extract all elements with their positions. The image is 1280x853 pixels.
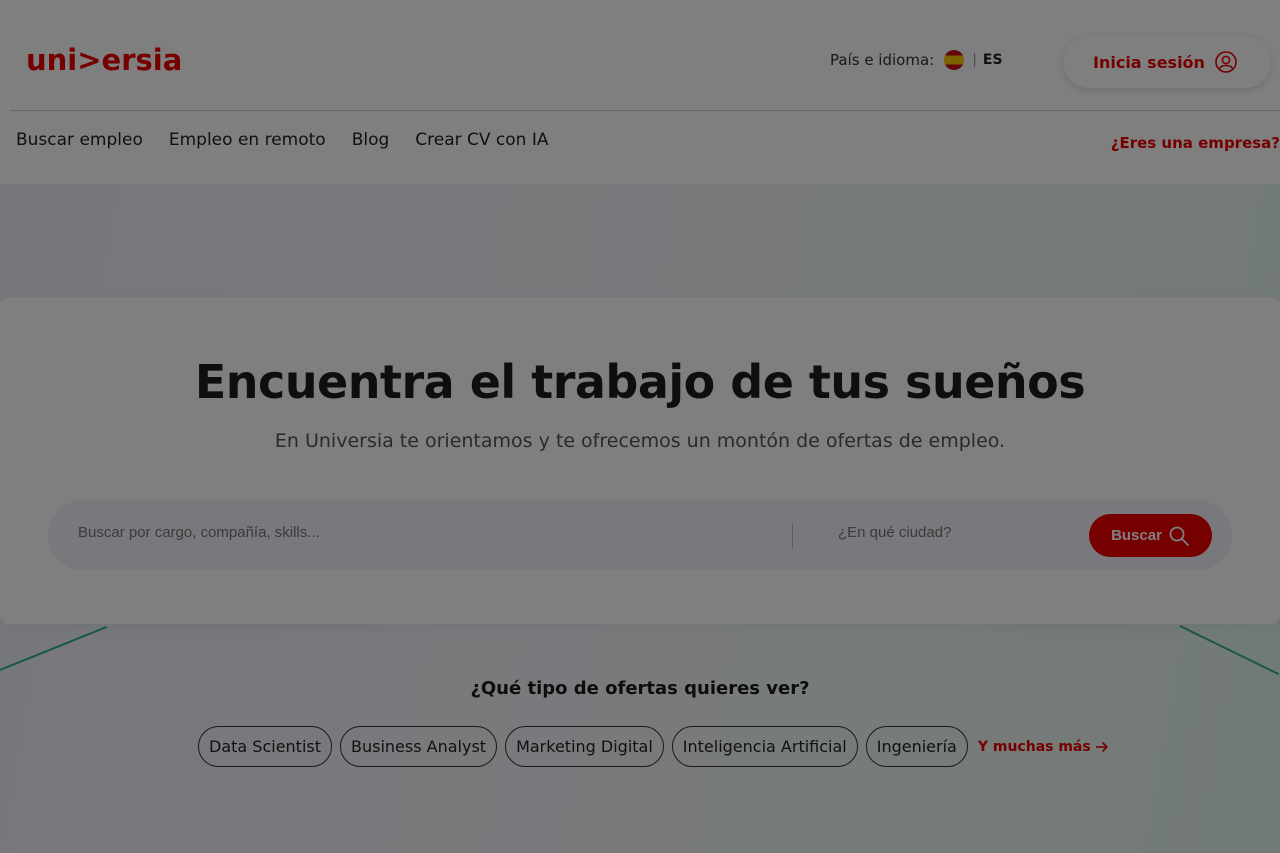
company-link[interactable]: ¿Eres una empresa?	[1111, 134, 1280, 152]
search-bar: Buscar	[48, 500, 1232, 570]
search-icon	[1169, 526, 1189, 546]
login-button[interactable]: Inicia sesión	[1063, 36, 1271, 88]
arrow-right-icon	[1095, 741, 1108, 752]
offers-question: ¿Qué tipo de ofertas quieres ver?	[470, 678, 810, 699]
search-separator	[792, 524, 793, 548]
nav-item-empleo-remoto[interactable]: Empleo en remoto	[169, 130, 326, 150]
svg-text:uni>ersia: uni>ersia	[26, 44, 182, 76]
lang-code: ES	[982, 52, 1003, 68]
lang-separator: |	[972, 52, 977, 68]
spain-flag-icon	[944, 50, 965, 70]
header-divider	[10, 110, 1280, 111]
chip-business-analyst[interactable]: Business Analyst	[340, 726, 498, 767]
nav-item-buscar-empleo[interactable]: Buscar empleo	[16, 130, 143, 150]
nav-item-blog[interactable]: Blog	[352, 130, 390, 150]
login-label: Inicia sesión	[1093, 52, 1205, 72]
chip-data-scientist[interactable]: Data Scientist	[198, 726, 332, 767]
more-offers-label: Y muchas más	[977, 738, 1091, 755]
search-input[interactable]	[78, 524, 778, 541]
search-button-label: Buscar	[1111, 527, 1162, 544]
user-icon	[1215, 51, 1237, 73]
lang-label: País e idioma:	[830, 51, 935, 69]
city-input[interactable]	[838, 524, 1078, 541]
more-offers-link[interactable]: Y muchas más	[978, 739, 1109, 755]
chip-inteligencia-artificial[interactable]: Inteligencia Artificial	[671, 726, 858, 767]
hero-title: Encuentra el trabajo de tus sueños	[194, 355, 1086, 409]
offer-chips: Data Scientist Business Analyst Marketin…	[198, 726, 1109, 767]
search-card	[0, 297, 1280, 624]
language-selector[interactable]: País e idioma: | ES	[830, 48, 1003, 72]
main-nav: Buscar empleo Empleo en remoto Blog Crea…	[16, 130, 549, 150]
search-button[interactable]: Buscar	[1089, 514, 1212, 557]
hero-subtitle: En Universia te orientamos y te ofrecemo…	[274, 430, 1006, 452]
decorative-line-left	[0, 625, 108, 671]
universia-logo[interactable]: uni>ersia	[26, 44, 186, 76]
site-header: uni>ersia País e idioma: | ES Inicia ses…	[0, 0, 1280, 184]
chip-ingenieria[interactable]: Ingeniería	[865, 726, 968, 767]
decorative-line-right	[1179, 625, 1280, 676]
nav-item-crear-cv[interactable]: Crear CV con IA	[415, 130, 548, 150]
chip-marketing-digital[interactable]: Marketing Digital	[505, 726, 664, 767]
